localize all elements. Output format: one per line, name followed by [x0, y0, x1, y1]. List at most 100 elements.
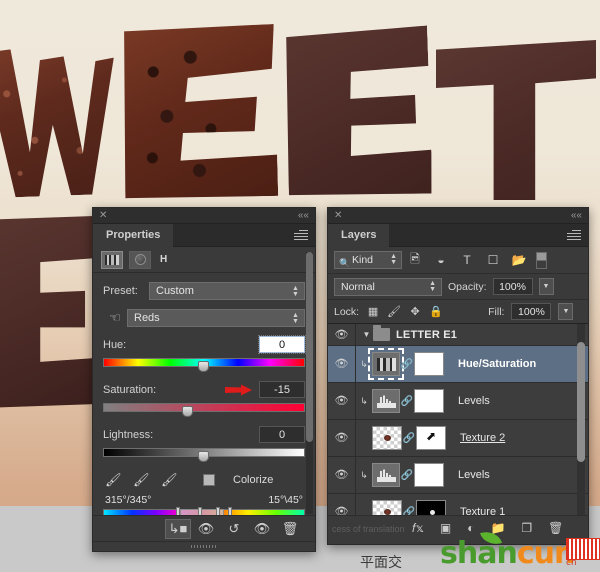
adjustment-thumbnail[interactable] [372, 389, 400, 413]
saturation-slider-thumb[interactable] [181, 406, 193, 417]
link-icon[interactable]: 🔗 [400, 359, 414, 370]
red-arrow-annotation [223, 383, 253, 397]
link-icon[interactable]: 🔗 [402, 507, 416, 516]
layer-name: Texture 1 [460, 506, 506, 515]
hue-saturation-icon[interactable] [101, 250, 123, 269]
layer-mask-thumbnail[interactable] [414, 389, 444, 413]
fill-dropdown-icon[interactable]: ▼ [558, 303, 574, 320]
layer-mask-thumbnail[interactable] [416, 500, 446, 515]
layer-visibility-icon[interactable]: 👁 [328, 494, 356, 515]
toggle-view-icon[interactable]: 👁 [193, 519, 219, 539]
layer-visibility-icon[interactable]: 👁 [328, 420, 356, 456]
chevron-updown-icon: ▲ ▼ [292, 285, 299, 298]
colorize-checkbox[interactable] [203, 474, 215, 486]
footer-ghost-text: cess of translation [332, 524, 405, 534]
saturation-slider[interactable] [103, 401, 305, 417]
clip-to-layer-icon[interactable]: ↳■ [165, 518, 191, 539]
panel-menu-icon[interactable] [567, 230, 581, 241]
layer-thumbnail[interactable] [372, 426, 402, 450]
lightness-value-input[interactable]: 0 [259, 426, 305, 443]
clipping-mask-icon: ↳ [360, 358, 368, 369]
link-icon[interactable]: 🔗 [400, 470, 414, 481]
layer-mask-thumbnail[interactable] [414, 463, 444, 487]
filter-enable-toggle[interactable] [536, 251, 547, 269]
reset-icon[interactable]: ↺ [221, 519, 247, 539]
saturation-row: Saturation: -15 [103, 381, 305, 398]
table-row[interactable]: 👁 ↳ 🔗 Levels [328, 383, 588, 420]
shape-layer-filter-icon[interactable]: ☐ [480, 253, 506, 267]
layer-mask-thumbnail[interactable] [414, 352, 444, 376]
filter-kind-select[interactable]: 🔍 Kind ▲ ▼ [334, 251, 402, 269]
lightness-slider[interactable] [103, 446, 305, 462]
pixel-layer-filter-icon[interactable]: 🖻 [402, 250, 428, 271]
layer-visibility-icon[interactable]: 👁 [328, 383, 356, 419]
saturation-value-input[interactable]: -15 [259, 381, 305, 398]
layers-scrollbar-thumb[interactable] [577, 342, 585, 462]
panel-menu-icon[interactable] [294, 230, 308, 241]
range-degrees-row: 315°/345° 15°\45° [105, 494, 303, 506]
smart-object-thumbnail[interactable] [416, 426, 446, 450]
adjustment-thumbnail[interactable] [368, 348, 404, 380]
new-group-icon[interactable]: 📁 [490, 521, 505, 535]
hue-slider[interactable] [103, 356, 305, 372]
layer-thumbnail[interactable] [372, 500, 402, 515]
link-icon[interactable]: 🔗 [402, 433, 416, 444]
add-mask-icon[interactable]: ▣ [440, 521, 451, 535]
table-row[interactable]: 👁 🔗 Texture 2 [328, 420, 588, 457]
layer-visibility-icon[interactable]: 👁 [328, 324, 356, 345]
tab-layers[interactable]: Layers [328, 224, 390, 247]
layers-scrollbar[interactable] [577, 324, 585, 515]
layer-style-fx-icon[interactable]: 𝑓𝕩 [412, 521, 424, 536]
chocolate-letter-e1 [118, 24, 278, 200]
tab-properties[interactable]: Properties [93, 224, 174, 247]
eyedropper-subtract-icon[interactable]: 🖌 [161, 472, 178, 488]
smart-object-filter-icon[interactable]: 📂 [506, 253, 532, 267]
target-adjust-icon[interactable] [129, 250, 151, 269]
table-row[interactable]: 👁 ↳ 🔗 Hue/Saturation [328, 346, 588, 383]
delete-layer-icon[interactable]: 🗑 [548, 521, 563, 535]
channel-select[interactable]: Reds ▲ ▼ [127, 309, 305, 327]
delete-icon[interactable]: 🗑 [277, 519, 303, 539]
layers-filter-row: 🔍 Kind ▲ ▼ 🖻 ◒ T ☐ 📂 [328, 247, 588, 274]
properties-scrollbar-thumb[interactable] [306, 252, 313, 442]
collapse-icon[interactable]: «« [298, 210, 309, 221]
blend-mode-select[interactable]: Normal ▲ ▼ [334, 277, 442, 296]
hand-icon[interactable]: ☜ [103, 310, 127, 326]
lightness-label: Lightness: [103, 428, 154, 441]
type-layer-filter-icon[interactable]: T [454, 253, 480, 267]
visibility-icon[interactable]: 👁 [249, 519, 275, 539]
layers-panel: ✕ «« Layers 🔍 Kind ▲ ▼ 🖻 ◒ T ☐ 📂 Normal ▲… [327, 207, 589, 545]
eyedropper-icon[interactable]: 🖌 [105, 472, 122, 488]
layer-visibility-icon[interactable]: 👁 [328, 346, 356, 382]
table-row[interactable]: 👁 🔗 Texture 1 [328, 494, 588, 515]
opacity-dropdown-icon[interactable]: ▼ [538, 278, 554, 295]
link-icon[interactable]: 🔗 [400, 396, 414, 407]
opacity-value-input[interactable]: 100% [492, 278, 533, 295]
lock-transparency-icon[interactable]: ▦ [366, 305, 380, 318]
new-layer-icon[interactable]: ❐ [521, 521, 532, 535]
hue-slider-thumb[interactable] [197, 361, 209, 372]
fill-value-input[interactable]: 100% [511, 303, 552, 320]
lock-position-icon[interactable]: ✥ [408, 305, 422, 318]
hue-value-input[interactable]: 0 [258, 335, 306, 354]
table-row[interactable]: 👁 ↳ 🔗 Levels [328, 457, 588, 494]
properties-resize-grip[interactable] [93, 541, 315, 551]
lock-image-icon[interactable]: 🖌 [387, 305, 401, 318]
lightness-slider-thumb[interactable] [197, 451, 209, 462]
saturation-slider-track [103, 403, 305, 412]
close-icon[interactable]: ✕ [99, 211, 108, 221]
table-row[interactable]: 👁 ▼ LETTER E1 [328, 324, 588, 346]
layers-lock-row: Lock: ▦ 🖌 ✥ 🔒 Fill: 100% ▼ [328, 300, 588, 324]
adjustment-thumbnail[interactable] [372, 463, 400, 487]
layers-list[interactable]: 👁 ▼ LETTER E1 👁 ↳ 🔗 Hue/Saturation 👁 ↳ 🔗… [328, 324, 588, 515]
new-adjustment-icon[interactable]: ◐ [467, 521, 474, 535]
chevron-down-icon[interactable]: ▼ [360, 330, 373, 339]
close-icon[interactable]: ✕ [334, 211, 343, 221]
preset-select[interactable]: Custom ▲ ▼ [149, 282, 305, 300]
properties-scrollbar[interactable] [306, 252, 313, 514]
adjustment-layer-filter-icon[interactable]: ◒ [428, 253, 454, 267]
eyedropper-add-icon[interactable]: 🖌 [133, 472, 150, 488]
layer-visibility-icon[interactable]: 👁 [328, 457, 356, 493]
collapse-icon[interactable]: «« [571, 210, 582, 221]
lock-all-icon[interactable]: 🔒 [429, 305, 443, 318]
